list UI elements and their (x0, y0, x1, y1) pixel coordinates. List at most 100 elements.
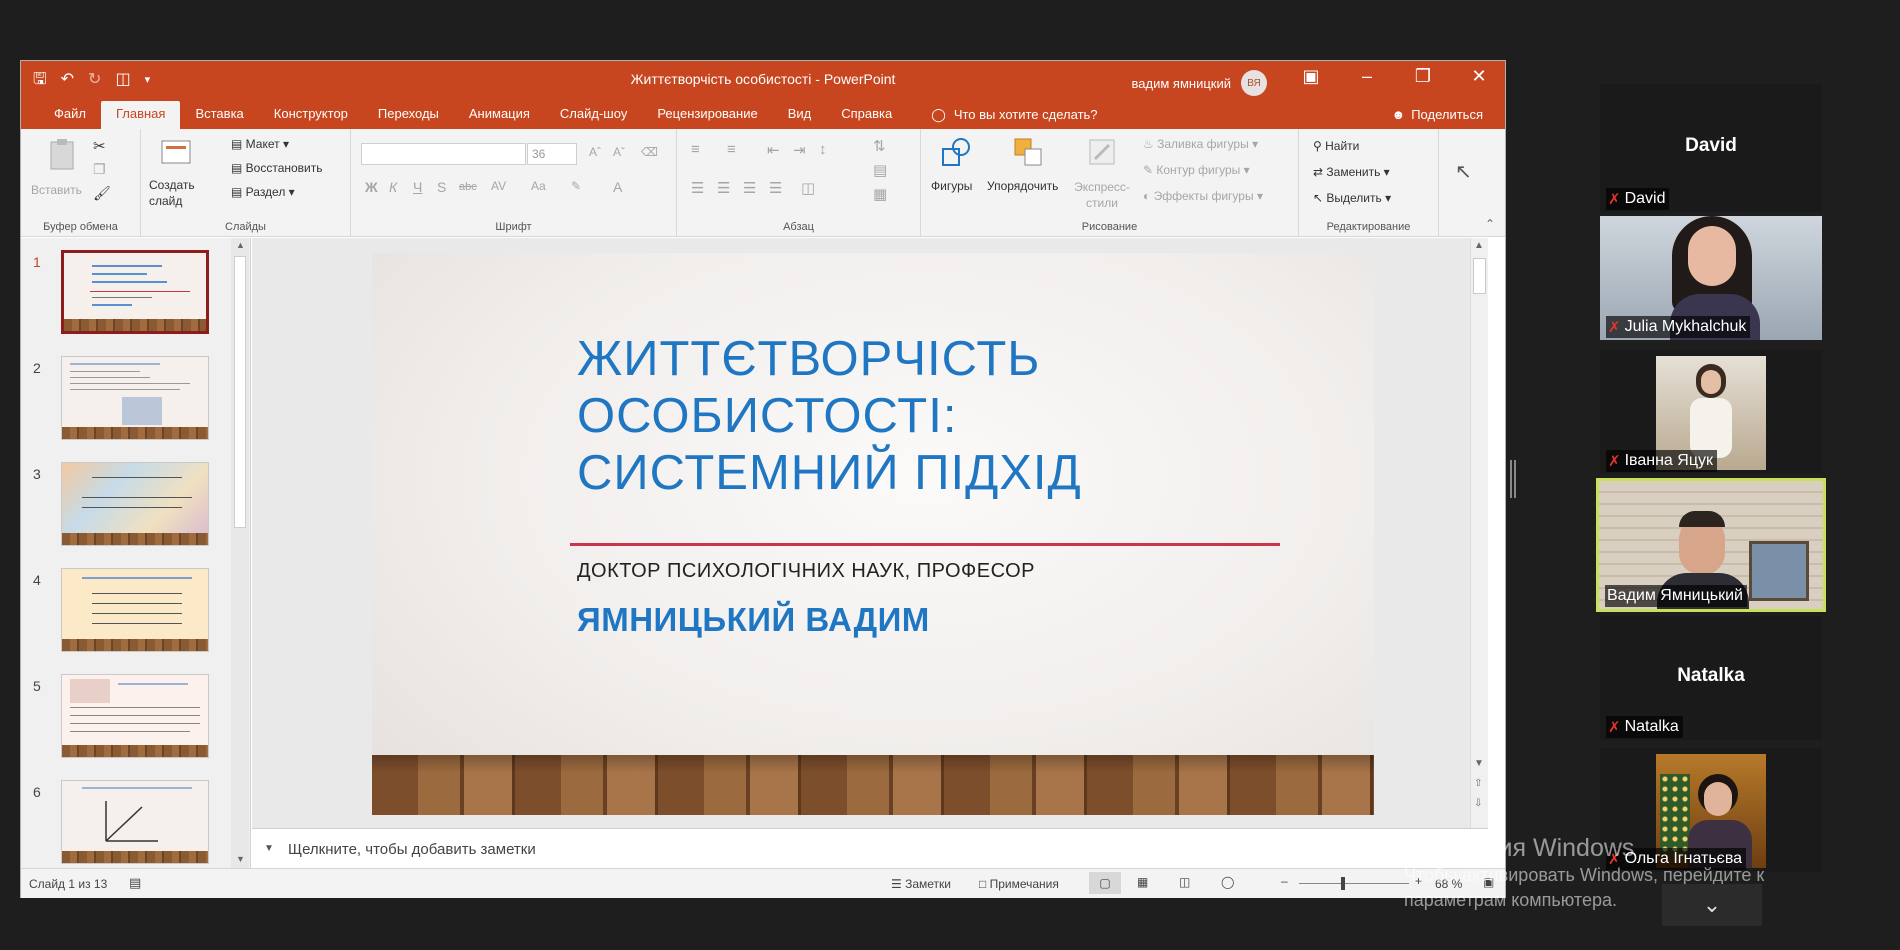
participant-tile[interactable]: ✗ Julia Mykhalchuk (1600, 216, 1822, 340)
strikethrough-button[interactable]: abc (459, 181, 477, 193)
split-resize-handle[interactable] (1510, 460, 1516, 498)
spellcheck-icon[interactable]: ▤ (129, 875, 141, 891)
slide-thumbnail[interactable] (61, 780, 209, 864)
tab-home[interactable]: Главная (100, 101, 181, 129)
tab-slideshow[interactable]: Слайд-шоу (545, 101, 642, 129)
comments-toggle[interactable]: □ Примечания (979, 877, 1059, 891)
tab-view[interactable]: Вид (773, 101, 827, 129)
font-color-button[interactable]: A (613, 179, 622, 195)
align-left-icon[interactable]: ☰ (691, 179, 704, 197)
share-button[interactable]: ☻ Поделиться (1392, 107, 1483, 122)
arrange-icon[interactable] (1011, 135, 1045, 169)
ribbon-display-icon[interactable]: ▣ (1297, 66, 1325, 87)
tab-animations[interactable]: Анимация (454, 101, 545, 129)
next-slide-icon[interactable]: ⇩ (1474, 798, 1482, 809)
notes-pane[interactable]: ▼ Щелкните, чтобы добавить заметки (252, 828, 1488, 868)
participant-tile[interactable]: Natalka ✗ Natalka (1600, 616, 1822, 740)
find-button[interactable]: ⚲ Найти (1313, 139, 1359, 153)
previous-slide-icon[interactable]: ⇧ (1474, 778, 1482, 789)
zoom-slider-thumb[interactable] (1341, 877, 1345, 890)
char-spacing-button[interactable]: AV (491, 179, 506, 193)
tab-transitions[interactable]: Переходы (363, 101, 454, 129)
replace-button[interactable]: ⇄ Заменить ▾ (1313, 165, 1390, 179)
zoom-slider[interactable] (1299, 883, 1409, 884)
normal-view-button[interactable]: ▢ (1089, 872, 1121, 894)
select-button[interactable]: ↖ Выделить ▾ (1313, 191, 1391, 205)
restore-button[interactable]: ❐ (1409, 66, 1437, 87)
scroll-down-arrow-icon[interactable]: ▼ (1474, 758, 1484, 769)
change-case-button[interactable]: Aa (531, 179, 546, 193)
font-name-field[interactable] (361, 143, 526, 165)
slide-sorter-button[interactable]: ▦ (1137, 875, 1148, 889)
paste-icon[interactable] (45, 137, 79, 171)
notes-toggle[interactable]: ☰ Заметки (891, 877, 951, 891)
bullets-icon[interactable]: ≡ (691, 141, 700, 158)
align-text-icon[interactable]: ▤ (873, 161, 887, 179)
slide-scrollbar[interactable]: ▲ ▼ ⇧ ⇩ (1470, 238, 1488, 828)
scroll-up-arrow-icon[interactable]: ▲ (1474, 240, 1484, 251)
line-spacing-icon[interactable]: ↕ (819, 141, 827, 158)
tell-me-search[interactable]: ◯ Что вы хотите сделать? (931, 101, 1097, 129)
copy-icon[interactable]: ❐ (93, 161, 106, 178)
new-slide-button[interactable]: Создать слайд (149, 177, 209, 209)
align-center-icon[interactable]: ☰ (717, 179, 730, 197)
increase-font-icon[interactable]: Aˆ (589, 145, 601, 159)
thumbnail-row[interactable]: 1 (21, 246, 250, 336)
slide-thumbnail[interactable] (61, 250, 209, 334)
numbering-icon[interactable]: ≡ (727, 141, 736, 158)
slide-subtitle[interactable]: ДОКТОР ПСИХОЛОГІЧНИХ НАУК, ПРОФЕСОР (577, 560, 1035, 583)
italic-button[interactable]: К (389, 179, 397, 195)
notes-collapse-icon[interactable]: ▼ (264, 843, 274, 854)
zoom-out-button[interactable]: – (1281, 874, 1288, 888)
close-button[interactable]: ✕ (1465, 66, 1493, 87)
increase-indent-icon[interactable]: ⇥ (793, 141, 806, 159)
current-slide[interactable]: ЖИТТЄТВОРЧІСТЬ ОСОБИСТОСТІ: СИСТЕМНИЙ ПІ… (372, 253, 1374, 815)
thumbnail-row[interactable]: 5 (21, 670, 250, 760)
thumbnails-scroll-thumb[interactable] (234, 256, 246, 528)
tab-help[interactable]: Справка (826, 101, 907, 129)
slide-thumbnail[interactable] (61, 568, 209, 652)
tab-design[interactable]: Конструктор (259, 101, 363, 129)
shape-fill-button[interactable]: ♨ Заливка фигуры ▾ (1143, 137, 1258, 151)
tab-file[interactable]: Файл (39, 101, 101, 129)
participant-tile-speaking[interactable]: Вадим Ямницький (1596, 478, 1826, 612)
tab-review[interactable]: Рецензирование (642, 101, 772, 129)
text-direction-icon[interactable]: ⇅ (873, 137, 886, 155)
thumbnail-row[interactable]: 6 (21, 776, 250, 866)
minimize-button[interactable]: – (1353, 66, 1381, 87)
tab-insert[interactable]: Вставка (180, 101, 258, 129)
slide-author[interactable]: ЯМНИЦЬКИЙ ВАДИМ (577, 601, 930, 639)
decrease-font-icon[interactable]: Aˇ (613, 145, 625, 159)
new-slide-icon[interactable] (159, 137, 193, 171)
reset-button[interactable]: ▤ Восстановить (231, 161, 323, 175)
shape-outline-button[interactable]: ✎ Контур фигуры ▾ (1143, 163, 1250, 177)
bold-button[interactable]: Ж (365, 179, 378, 195)
shadow-button[interactable]: S (437, 179, 446, 195)
thumbnail-row[interactable]: 4 (21, 564, 250, 654)
quick-styles-icon[interactable] (1085, 135, 1119, 169)
thumbnail-row[interactable]: 2 (21, 352, 250, 442)
columns-icon[interactable]: ◫ (801, 179, 815, 197)
collapse-ribbon-icon[interactable]: ⌃ (1485, 217, 1495, 231)
slide-thumbnail[interactable] (61, 674, 209, 758)
arrange-button[interactable]: Упорядочить (987, 179, 1058, 193)
slide-title[interactable]: ЖИТТЄТВОРЧІСТЬ ОСОБИСТОСТІ: СИСТЕМНИЙ ПІ… (577, 331, 1177, 502)
slide-scroll-thumb[interactable] (1473, 258, 1486, 294)
shape-effects-button[interactable]: ◐ Эффекты фигуры ▾ (1143, 189, 1263, 203)
section-button[interactable]: ▤ Раздел ▾ (231, 185, 295, 199)
account-area[interactable]: вадим ямницкий ВЯ (1132, 70, 1267, 96)
font-size-field[interactable]: 36 (527, 143, 577, 165)
decrease-indent-icon[interactable]: ⇤ (767, 141, 780, 159)
reading-view-button[interactable]: ◫ (1179, 875, 1190, 889)
align-right-icon[interactable]: ☰ (743, 179, 756, 197)
highlight-icon[interactable]: ✎ (571, 179, 581, 193)
paste-button[interactable]: Вставить (31, 183, 82, 197)
participant-tile[interactable]: ✗ Іванна Яцук (1600, 350, 1822, 474)
avatar[interactable]: ВЯ (1241, 70, 1267, 96)
slideshow-button[interactable]: ◯ (1221, 875, 1234, 889)
slide-thumbnail[interactable] (61, 462, 209, 546)
justify-icon[interactable]: ☰ (769, 179, 782, 197)
scroll-down-arrow-icon[interactable]: ▼ (236, 854, 245, 864)
slide-thumbnail[interactable] (61, 356, 209, 440)
quick-styles-button[interactable]: Экспресс-стили (1071, 179, 1133, 211)
